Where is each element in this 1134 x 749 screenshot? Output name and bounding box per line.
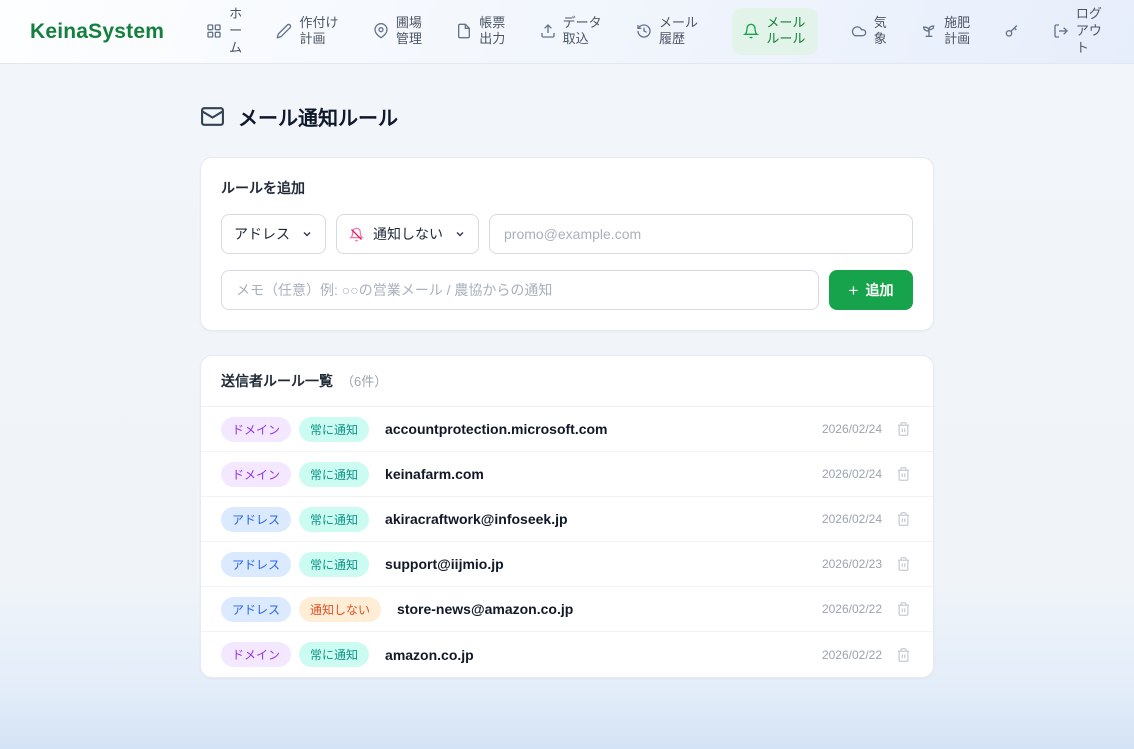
document-icon	[456, 23, 472, 39]
rule-row: ドメイン 常に通知 accountprotection.microsoft.co…	[201, 407, 933, 452]
delete-rule-button[interactable]	[894, 464, 913, 484]
nav-item-fertilizer-plan[interactable]: 施肥計画	[921, 15, 972, 49]
add-rule-card-title: ルールを追加	[221, 178, 913, 198]
add-rule-row-2: + 追加	[221, 270, 913, 310]
delete-rule-button[interactable]	[894, 419, 913, 439]
nav-item-label: 作付け計画	[299, 15, 340, 49]
rule-notify-badge: 通知しない	[299, 597, 381, 622]
rule-notify-badge: 常に通知	[299, 507, 369, 532]
rule-date: 2026/02/24	[822, 422, 882, 436]
rule-target-input[interactable]	[489, 214, 913, 254]
nav-item-weather[interactable]: 気象	[851, 15, 889, 49]
page-title: メール通知ルール	[200, 102, 934, 131]
nav-item-label: 気象	[874, 15, 889, 49]
add-rule-button-label: 追加	[865, 280, 893, 300]
sender-rules-count: （6件）	[341, 371, 387, 390]
add-rule-button[interactable]: + 追加	[829, 270, 913, 310]
rule-notify-badge: 常に通知	[299, 552, 369, 577]
rule-notify-badge: 常に通知	[299, 462, 369, 487]
nav-item-mail-history[interactable]: メール履歴	[636, 15, 700, 49]
nav-item-home[interactable]: ホーム	[206, 6, 244, 57]
nav-item-label: メールルール	[766, 15, 807, 49]
add-rule-card: ルールを追加 アドレス 通知しない +	[200, 157, 934, 331]
main-nav: ホーム 作付け計画 圃場管理 帳票出力 データ取込	[206, 6, 1104, 57]
rule-date: 2026/02/22	[822, 602, 882, 616]
sprout-icon	[921, 23, 937, 39]
bell-icon	[743, 23, 759, 39]
bell-off-icon	[349, 227, 364, 242]
top-navbar: KeinaSystem ホーム 作付け計画 圃場管理 帳票出力	[0, 0, 1134, 64]
nav-item-logout[interactable]: ログアウト	[1053, 6, 1104, 57]
rule-row: ドメイン 常に通知 keinafarm.com 2026/02/24	[201, 452, 933, 497]
nav-item-label: ログアウト	[1076, 6, 1104, 57]
pencil-icon	[276, 23, 292, 39]
notify-mode-select-value: 通知しない	[373, 224, 443, 244]
delete-rule-button[interactable]	[894, 509, 913, 529]
nav-item-report-output[interactable]: 帳票出力	[456, 15, 507, 49]
page-title-text: メール通知ルール	[238, 102, 398, 131]
rule-row: アドレス 常に通知 support@iijmio.jp 2026/02/23	[201, 542, 933, 587]
nav-item-field-management[interactable]: 圃場管理	[373, 15, 424, 49]
delete-rule-button[interactable]	[894, 599, 913, 619]
rule-value: akiracraftwork@infoseek.jp	[385, 511, 568, 527]
nav-item-data-import[interactable]: データ取込	[540, 15, 604, 49]
rule-date: 2026/02/24	[822, 467, 882, 481]
sender-rules-card: 送信者ルール一覧 （6件） ドメイン 常に通知 accountprotectio…	[200, 355, 934, 678]
nav-item-label: 圃場管理	[396, 15, 424, 49]
rule-notify-badge: 常に通知	[299, 417, 369, 442]
rule-row: アドレス 通知しない store-news@amazon.co.jp 2026/…	[201, 587, 933, 632]
rule-type-badge: アドレス	[221, 507, 291, 532]
rule-type-badge: ドメイン	[221, 642, 291, 667]
rule-date: 2026/02/23	[822, 557, 882, 571]
grid-icon	[206, 23, 222, 39]
rule-value: store-news@amazon.co.jp	[397, 601, 573, 617]
rule-type-badge: ドメイン	[221, 417, 291, 442]
rule-type-badge: アドレス	[221, 597, 291, 622]
nav-item-mail-rules[interactable]: メールルール	[732, 8, 818, 56]
rule-row: ドメイン 常に通知 amazon.co.jp 2026/02/22	[201, 632, 933, 677]
nav-item-planting-plan[interactable]: 作付け計画	[276, 15, 340, 49]
delete-rule-button[interactable]	[894, 554, 913, 574]
history-icon	[636, 23, 652, 39]
nav-item-label: ホーム	[229, 6, 244, 57]
notify-mode-select[interactable]: 通知しない	[336, 214, 479, 254]
logout-icon	[1053, 23, 1069, 39]
rule-value: keinafarm.com	[385, 466, 484, 482]
rule-type-badge: アドレス	[221, 552, 291, 577]
nav-item-label: データ取込	[563, 15, 604, 49]
rule-type-badge: ドメイン	[221, 462, 291, 487]
delete-rule-button[interactable]	[894, 645, 913, 665]
plus-icon: +	[849, 282, 859, 299]
rule-value: support@iijmio.jp	[385, 556, 504, 572]
rule-date: 2026/02/24	[822, 512, 882, 526]
nav-item-password-key[interactable]	[1004, 23, 1020, 39]
map-pin-icon	[373, 23, 389, 39]
rule-type-select[interactable]: アドレス	[221, 214, 326, 254]
rule-notify-badge: 常に通知	[299, 642, 369, 667]
rule-memo-input[interactable]	[221, 270, 819, 310]
cloud-icon	[851, 23, 867, 39]
upload-icon	[540, 23, 556, 39]
sender-rules-title: 送信者ルール一覧	[221, 371, 333, 391]
rule-type-select-value: アドレス	[234, 224, 290, 244]
rule-value: amazon.co.jp	[385, 647, 474, 663]
sender-rules-header: 送信者ルール一覧 （6件）	[201, 356, 933, 407]
nav-item-label: 施肥計画	[944, 15, 972, 49]
main-content: メール通知ルール ルールを追加 アドレス 通知しない	[200, 102, 934, 678]
add-rule-row-1: アドレス 通知しない	[221, 214, 913, 254]
key-icon	[1004, 23, 1020, 39]
chevron-down-icon	[454, 228, 466, 240]
rule-row: アドレス 常に通知 akiracraftwork@infoseek.jp 202…	[201, 497, 933, 542]
nav-item-label: メール履歴	[659, 15, 700, 49]
mail-icon	[200, 104, 225, 129]
rule-value: accountprotection.microsoft.com	[385, 421, 607, 437]
rule-date: 2026/02/22	[822, 648, 882, 662]
chevron-down-icon	[301, 228, 313, 240]
brand-logo[interactable]: KeinaSystem	[30, 20, 164, 44]
nav-item-label: 帳票出力	[479, 15, 507, 49]
